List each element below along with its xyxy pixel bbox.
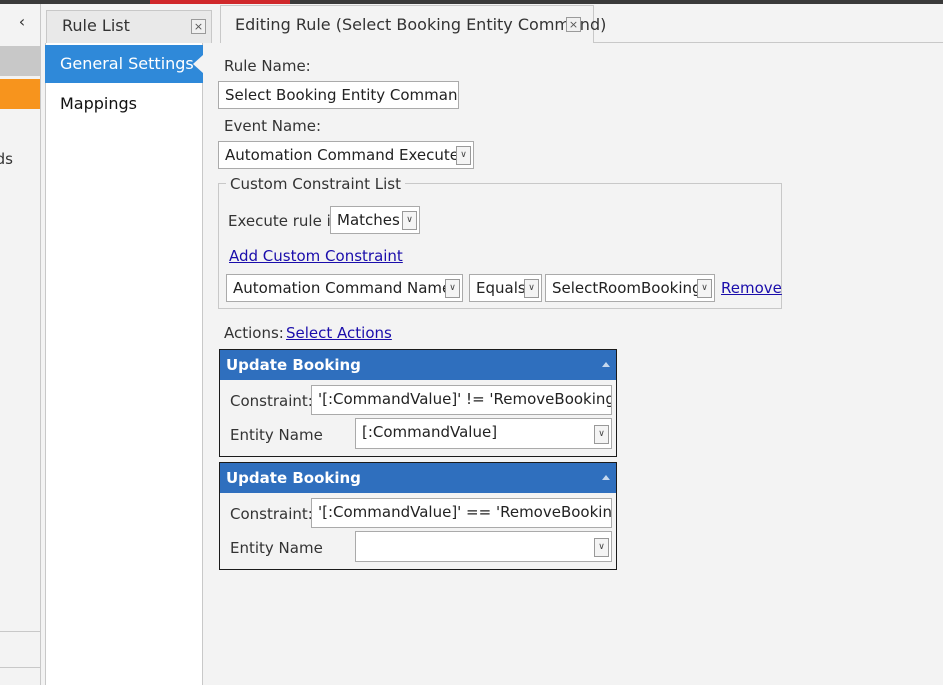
collapse-panel-chevron-left-icon[interactable]: ‹ bbox=[12, 12, 32, 36]
event-name-select[interactable]: Automation Command Executed ∨ bbox=[218, 141, 474, 169]
action-title: Update Booking bbox=[226, 356, 361, 374]
constraint-field-select[interactable]: Automation Command Name ∨ bbox=[226, 274, 463, 302]
tab-editing-rule-label: Editing Rule (Select Booking Entity Comm… bbox=[235, 15, 607, 34]
action-panel: Update Booking Constraint: '[:CommandVal… bbox=[219, 349, 617, 457]
entity-name-select[interactable]: [:CommandValue] ∨ bbox=[355, 418, 612, 449]
close-icon[interactable]: × bbox=[566, 17, 581, 32]
side-panel-item-selected[interactable] bbox=[0, 46, 40, 76]
nav-item-mappings[interactable]: Mappings bbox=[60, 94, 137, 113]
action-panel: Update Booking Constraint: '[:CommandVal… bbox=[219, 462, 617, 570]
top-strip bbox=[0, 0, 943, 4]
entity-name-select[interactable]: ∨ bbox=[355, 531, 612, 562]
constraint-label: Constraint: bbox=[230, 505, 313, 523]
action-panel-header[interactable]: Update Booking bbox=[220, 463, 616, 493]
tab-rule-list-label: Rule List bbox=[62, 16, 130, 35]
close-icon[interactable]: × bbox=[191, 19, 206, 34]
selection-pointer-icon bbox=[193, 55, 203, 73]
constraint-label: Constraint: bbox=[230, 392, 313, 410]
actions-label: Actions: bbox=[224, 324, 284, 342]
select-actions-link[interactable]: Select Actions bbox=[286, 324, 392, 342]
entity-name-label: Entity Name bbox=[230, 426, 323, 444]
chevron-down-icon: ∨ bbox=[594, 537, 609, 557]
constraint-value-select[interactable]: SelectRoomBooking ∨ bbox=[545, 274, 715, 302]
chevron-down-icon: ∨ bbox=[594, 424, 609, 444]
side-panel-item-label: ds bbox=[0, 150, 40, 170]
constraint-operator-value: Equals bbox=[476, 279, 526, 297]
event-name-value: Automation Command Executed bbox=[225, 146, 469, 164]
action-panel-header[interactable]: Update Booking bbox=[220, 350, 616, 380]
triangle-up-icon[interactable] bbox=[602, 475, 610, 480]
side-panel-item-highlight[interactable] bbox=[0, 79, 40, 109]
settings-nav bbox=[45, 43, 203, 685]
rule-name-input[interactable]: Select Booking Entity Command bbox=[218, 81, 459, 109]
chevron-down-icon: ∨ bbox=[445, 279, 460, 298]
action-title: Update Booking bbox=[226, 469, 361, 487]
event-name-label: Event Name: bbox=[224, 117, 322, 135]
chevron-down-icon: ∨ bbox=[402, 211, 417, 230]
action-constraint-input[interactable]: '[:CommandValue]' != 'RemoveBooking' bbox=[311, 385, 612, 415]
constraint-operator-select[interactable]: Equals ∨ bbox=[469, 274, 542, 302]
execute-rule-label: Execute rule if bbox=[228, 212, 337, 230]
tab-divider bbox=[594, 42, 943, 43]
rule-name-label: Rule Name: bbox=[224, 57, 311, 75]
execute-rule-select[interactable]: Matches ∨ bbox=[330, 206, 420, 234]
side-panel-partial-text: ds bbox=[0, 150, 13, 168]
action-constraint-input[interactable]: '[:CommandValue]' == 'RemoveBooking' bbox=[311, 498, 612, 528]
execute-rule-value: Matches bbox=[337, 211, 400, 229]
divider bbox=[0, 667, 40, 668]
entity-name-value: [:CommandValue] bbox=[362, 423, 498, 441]
constraint-field-value: Automation Command Name bbox=[233, 279, 452, 297]
chevron-down-icon: ∨ bbox=[697, 279, 712, 298]
add-custom-constraint-link[interactable]: Add Custom Constraint bbox=[229, 247, 403, 265]
top-strip-accent bbox=[150, 0, 290, 4]
entity-name-label: Entity Name bbox=[230, 539, 323, 557]
custom-constraint-list-title: Custom Constraint List bbox=[226, 175, 405, 193]
chevron-down-icon: ∨ bbox=[456, 146, 471, 165]
divider bbox=[0, 631, 40, 632]
constraint-value-value: SelectRoomBooking bbox=[552, 279, 702, 297]
chevron-down-icon: ∨ bbox=[524, 279, 539, 298]
remove-constraint-link[interactable]: Remove bbox=[721, 279, 782, 297]
triangle-up-icon[interactable] bbox=[602, 362, 610, 367]
nav-item-general-settings[interactable]: General Settings bbox=[45, 45, 203, 83]
